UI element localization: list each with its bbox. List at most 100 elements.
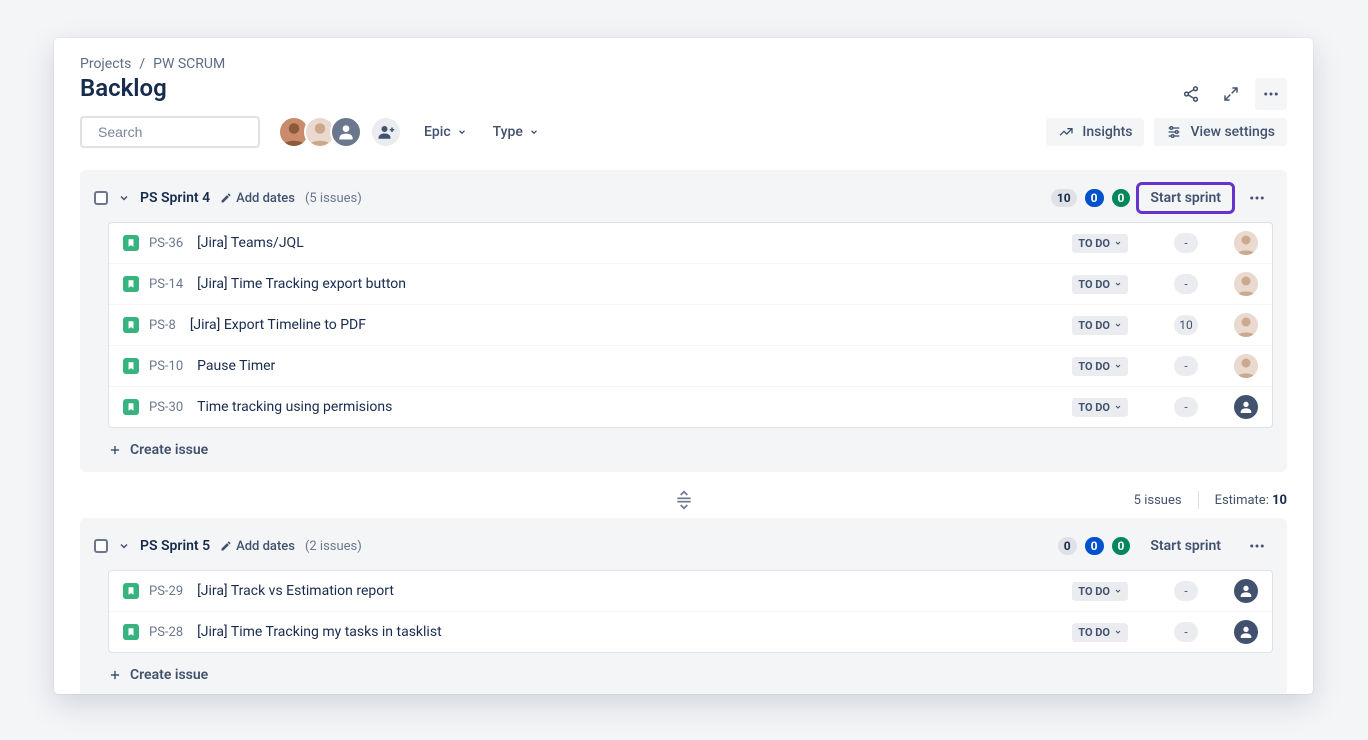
- issue-status[interactable]: TO DO: [1072, 316, 1128, 335]
- issue-key: PS-10: [149, 359, 183, 374]
- issue-status[interactable]: TO DO: [1072, 623, 1128, 642]
- issue-assignee-none[interactable]: [1234, 395, 1258, 419]
- issue-title: [Jira] Teams/JQL: [197, 235, 304, 251]
- header-actions: [1175, 78, 1287, 110]
- issue-title: [Jira] Export Timeline to PDF: [190, 317, 366, 333]
- issue-row[interactable]: PS-28[Jira] Time Tracking my tasks in ta…: [109, 611, 1272, 652]
- avatar-group: [278, 116, 402, 148]
- issue-assignee[interactable]: [1234, 313, 1258, 337]
- count-pill-done: 0: [1112, 189, 1131, 207]
- fullscreen-button[interactable]: [1215, 78, 1247, 110]
- sliders-icon: [1166, 124, 1182, 140]
- add-people-button[interactable]: [370, 116, 402, 148]
- create-issue-button[interactable]: Create issue: [94, 661, 1273, 685]
- sprint-name: PS Sprint 5: [140, 538, 210, 554]
- issue-row[interactable]: PS-14 [Jira] Time Tracking export button T…: [109, 263, 1272, 304]
- issue-row[interactable]: PS-29[Jira] Track vs Estimation reportTO…: [109, 571, 1272, 611]
- sprint-expand-toggle[interactable]: [118, 192, 130, 204]
- sprint-divider: 5 issuesEstimate: 10: [80, 482, 1287, 518]
- issue-estimate: [1174, 581, 1198, 601]
- more-actions-button[interactable]: [1255, 78, 1287, 110]
- issue-key: PS-14: [149, 277, 183, 292]
- sprint-header: PS Sprint 4Add dates(5 issues)1000Start …: [94, 180, 1273, 222]
- issue-title: [Jira] Time Tracking export button: [197, 276, 406, 292]
- issue-assignee-none[interactable]: [1234, 579, 1258, 603]
- issue-list: PS-36[Jira] Teams/JQLTO DO PS-14[Jira] T…: [108, 222, 1273, 428]
- more-icon: [1262, 85, 1280, 103]
- sprint-issue-count: (5 issues): [305, 191, 362, 206]
- issue-row[interactable]: PS-10 Pause Timer TO DO: [109, 345, 1272, 386]
- breadcrumb-root[interactable]: Projects: [80, 56, 131, 72]
- count-pill-inprogress: 0: [1085, 537, 1104, 555]
- sprint-block: PS Sprint 4Add dates(5 issues)1000Start …: [80, 170, 1287, 472]
- sprint-issue-count: (2 issues): [305, 539, 362, 554]
- issue-key: PS-29: [149, 584, 183, 599]
- expand-icon: [1223, 86, 1239, 102]
- issue-status[interactable]: TO DO: [1072, 582, 1128, 601]
- create-issue-label: Create issue: [130, 667, 208, 683]
- view-settings-label: View settings: [1190, 124, 1275, 140]
- share-button[interactable]: [1175, 78, 1207, 110]
- sprint-block: PS Sprint 5Add dates(2 issues)000Start s…: [80, 518, 1287, 694]
- app-card: Projects / PW SCRUM Backlog: [54, 38, 1313, 694]
- issue-list: PS-29[Jira] Track vs Estimation reportTO…: [108, 570, 1273, 653]
- issue-estimate: [1174, 356, 1198, 376]
- count-pill-done: 0: [1112, 537, 1131, 555]
- story-icon: [123, 317, 139, 333]
- sprint-header-right: 000Start sprint: [1058, 530, 1273, 562]
- issue-status[interactable]: TO DO: [1072, 357, 1128, 376]
- sprint-header: PS Sprint 5Add dates(2 issues)000Start s…: [94, 528, 1273, 570]
- issue-assignee[interactable]: [1234, 354, 1258, 378]
- issue-assignee[interactable]: [1234, 272, 1258, 296]
- issue-assignee-none[interactable]: [1234, 620, 1258, 644]
- epic-filter-label: Epic: [424, 124, 451, 140]
- issue-status[interactable]: TO DO: [1072, 275, 1128, 294]
- issue-title: Time tracking using permisions: [197, 399, 392, 415]
- insights-button[interactable]: Insights: [1046, 118, 1144, 146]
- epic-filter[interactable]: Epic: [420, 118, 471, 146]
- issue-key: PS-30: [149, 400, 183, 415]
- start-sprint-button[interactable]: Start sprint: [1138, 532, 1233, 560]
- search-box[interactable]: [80, 116, 260, 148]
- breadcrumb-project[interactable]: PW SCRUM: [153, 56, 225, 72]
- sprint-select-checkbox[interactable]: [94, 191, 108, 205]
- issue-title: Pause Timer: [197, 358, 275, 374]
- avatar-unassigned[interactable]: [330, 116, 362, 148]
- story-icon: [123, 358, 139, 374]
- issue-estimate: [1174, 233, 1198, 253]
- resize-handle[interactable]: [669, 489, 699, 511]
- sprint-name: PS Sprint 4: [140, 190, 210, 206]
- add-dates-button[interactable]: Add dates: [220, 539, 295, 554]
- divider-summary: 5 issuesEstimate: 10: [1134, 491, 1287, 509]
- issue-row[interactable]: PS-30 Time tracking using permisions TO DO: [109, 386, 1272, 427]
- issue-estimate: [1174, 397, 1198, 417]
- search-input[interactable]: [96, 123, 281, 141]
- toolbar-right: Insights View settings: [1046, 118, 1287, 146]
- issue-row[interactable]: PS-36[Jira] Teams/JQLTO DO: [109, 223, 1272, 263]
- breadcrumb-sep: /: [139, 56, 145, 72]
- chevron-down-icon: [457, 127, 467, 137]
- sprint-more-button[interactable]: [1241, 530, 1273, 562]
- issue-estimate: 10: [1174, 315, 1198, 335]
- story-icon: [123, 624, 139, 640]
- story-icon: [123, 583, 139, 599]
- create-issue-label: Create issue: [130, 442, 208, 458]
- sprint-expand-toggle[interactable]: [118, 540, 130, 552]
- issue-key: PS-28: [149, 625, 183, 640]
- add-dates-button[interactable]: Add dates: [220, 191, 295, 206]
- story-icon: [123, 276, 139, 292]
- issue-status[interactable]: TO DO: [1072, 398, 1128, 417]
- sprint-more-button[interactable]: [1241, 182, 1273, 214]
- issue-estimate: [1174, 274, 1198, 294]
- start-sprint-button[interactable]: Start sprint: [1138, 184, 1233, 212]
- create-issue-button[interactable]: Create issue: [94, 436, 1273, 460]
- story-icon: [123, 399, 139, 415]
- story-icon: [123, 235, 139, 251]
- issue-status[interactable]: TO DO: [1072, 234, 1128, 253]
- issue-row[interactable]: PS-8[Jira] Export Timeline to PDFTO DO 1…: [109, 304, 1272, 345]
- view-settings-button[interactable]: View settings: [1154, 118, 1287, 146]
- type-filter[interactable]: Type: [489, 118, 543, 146]
- issue-assignee[interactable]: [1234, 231, 1258, 255]
- sprint-select-checkbox[interactable]: [94, 539, 108, 553]
- sprints-container: PS Sprint 4Add dates(5 issues)1000Start …: [80, 170, 1287, 694]
